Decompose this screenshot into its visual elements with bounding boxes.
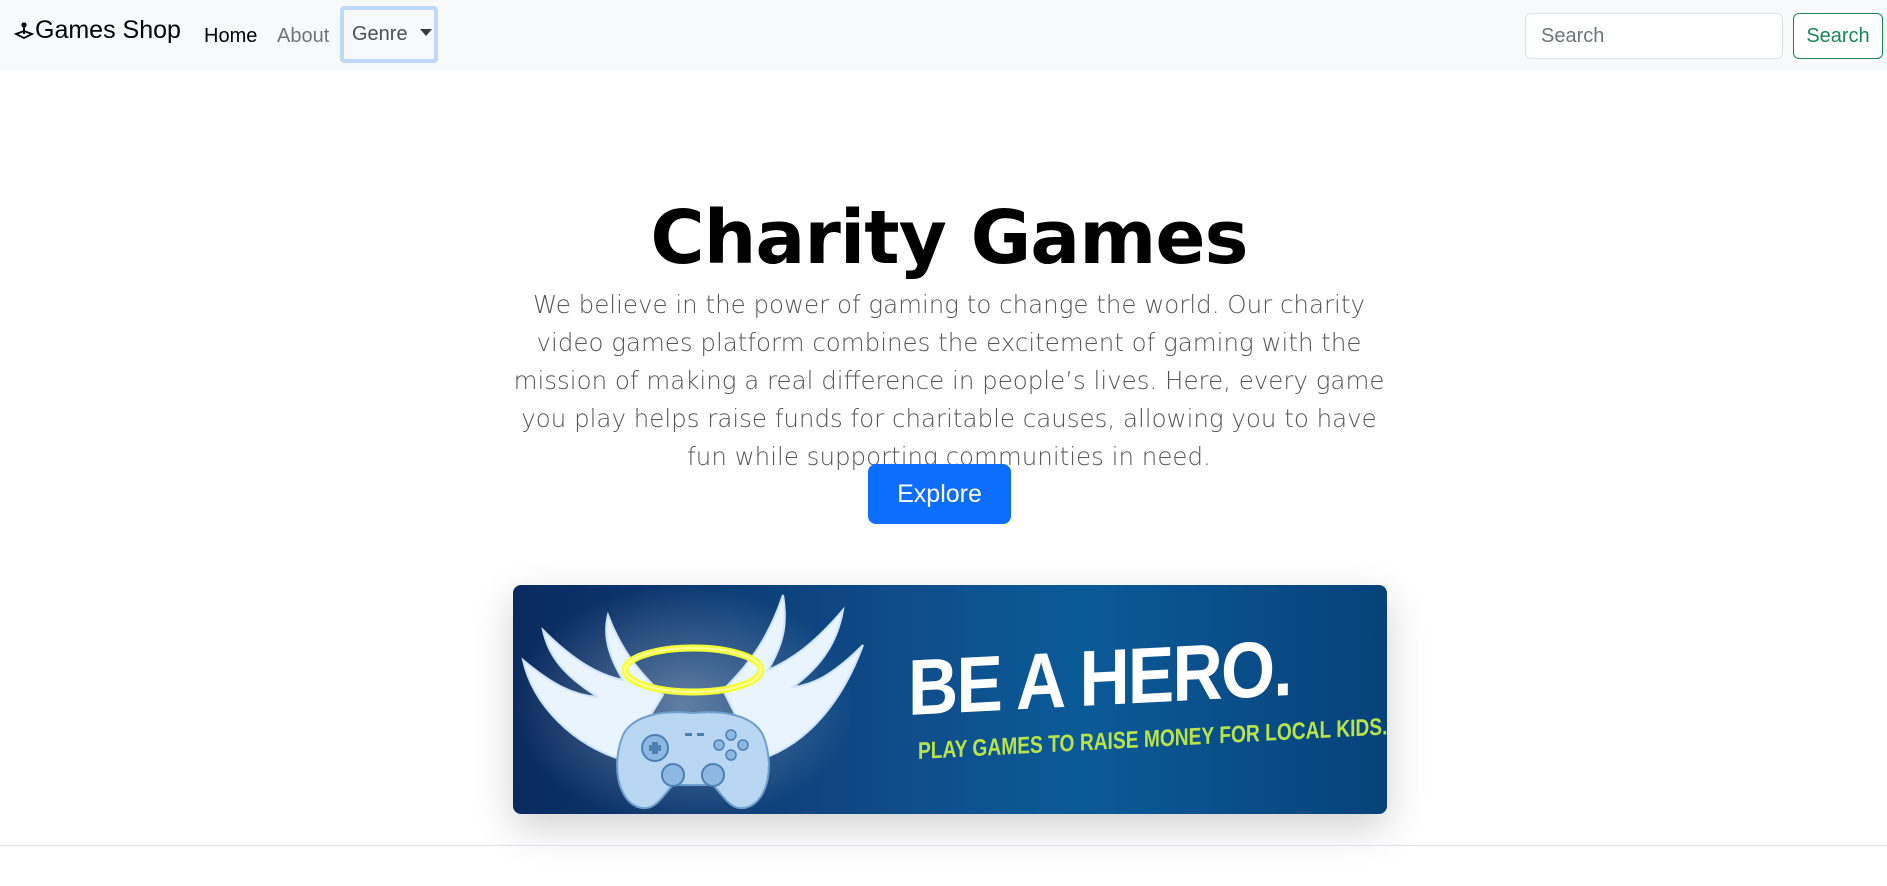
- nav-home-link[interactable]: Home: [204, 22, 257, 50]
- section-divider: [0, 845, 1887, 846]
- hero-banner-image: BE A HERO. PLAY GAMES TO RAISE MONEY FOR…: [513, 585, 1387, 814]
- joystick-icon: [14, 21, 34, 39]
- brand-link[interactable]: Games Shop: [14, 16, 181, 45]
- nav-about-link[interactable]: About: [277, 22, 329, 50]
- navbar: Games Shop Home About Genre Search: [0, 0, 1887, 70]
- winged-controller-icon: [513, 585, 864, 814]
- search-input[interactable]: [1525, 13, 1783, 59]
- brand-label: Games Shop: [35, 16, 181, 44]
- hero-description: We believe in the power of gaming to cha…: [513, 290, 1385, 471]
- banner-headline: BE A HERO.: [908, 622, 1291, 732]
- explore-button[interactable]: Explore: [868, 464, 1011, 524]
- hero-title: Charity Games: [650, 195, 1248, 281]
- genre-dropdown[interactable]: Genre: [340, 6, 438, 63]
- genre-dropdown-label: Genre: [352, 23, 408, 45]
- caret-down-icon: [419, 29, 432, 36]
- search-button[interactable]: Search: [1793, 13, 1883, 59]
